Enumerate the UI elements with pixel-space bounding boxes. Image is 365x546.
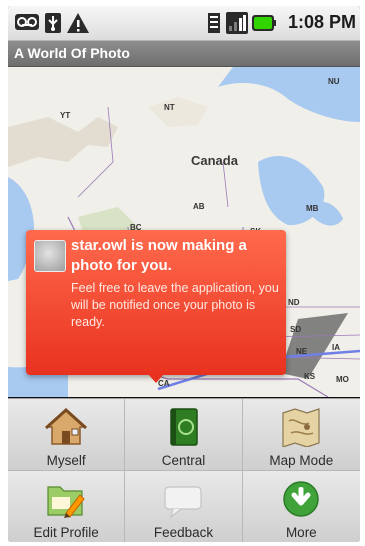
feedback-icon (164, 486, 203, 519)
region-label: NT (164, 103, 175, 112)
menu-item-feedback[interactable]: Feedback (125, 471, 243, 542)
status-bar: 1:08 PM (8, 6, 360, 41)
notification-toast[interactable]: star.owl is now making a photo for you. … (26, 230, 286, 383)
menu-label: Map Mode (269, 453, 334, 468)
menu-item-map-mode[interactable]: Map Mode (242, 399, 360, 471)
central-icon (170, 408, 199, 446)
menu-item-more[interactable]: More (242, 471, 360, 542)
region-label: NE (296, 347, 308, 356)
warning-icon (67, 13, 89, 33)
region-label: AB (193, 202, 205, 211)
voicemail-icon (15, 14, 39, 30)
more-icon (283, 481, 320, 517)
menu-label: Feedback (153, 525, 214, 540)
menu-item-myself[interactable]: Myself (8, 399, 126, 471)
region-label: ND (288, 298, 300, 307)
menu-item-central[interactable]: Central (125, 399, 243, 471)
country-label: Canada (191, 153, 238, 168)
region-label: MO (336, 375, 349, 384)
menu-label: Central (161, 453, 206, 468)
avatar (34, 240, 66, 272)
status-time: 1:08 PM (287, 12, 356, 32)
phone-screen: 1:08 PM A World Of Photo Canada YT NT NU… (8, 6, 360, 542)
notification-title: star.owl is now making a photo for you. (71, 237, 247, 274)
menu-label: Myself (46, 453, 86, 468)
menu-item-edit-profile[interactable]: Edit Profile (8, 471, 126, 542)
sd-card-icon (208, 13, 220, 33)
region-label: SD (290, 325, 302, 334)
region-label: MB (306, 204, 319, 213)
region-label: IA (332, 343, 340, 352)
notification-body: Feel free to leave the application, you … (71, 281, 279, 329)
app-title-bar: A World Of Photo (8, 41, 360, 67)
app-title: A World Of Photo (14, 45, 130, 61)
signal-icon (226, 12, 248, 34)
usb-icon (45, 13, 61, 33)
options-menu: Myself Central Map Mode Edit Profile Fee… (8, 398, 360, 542)
home-icon (45, 407, 88, 445)
menu-label: More (285, 525, 317, 540)
edit-profile-icon (47, 486, 85, 518)
map-icon (282, 408, 320, 447)
menu-label: Edit Profile (33, 525, 99, 540)
battery-icon (252, 15, 276, 31)
region-label: YT (60, 111, 71, 120)
region-label: NU (328, 77, 340, 86)
region-label: KS (304, 372, 316, 381)
